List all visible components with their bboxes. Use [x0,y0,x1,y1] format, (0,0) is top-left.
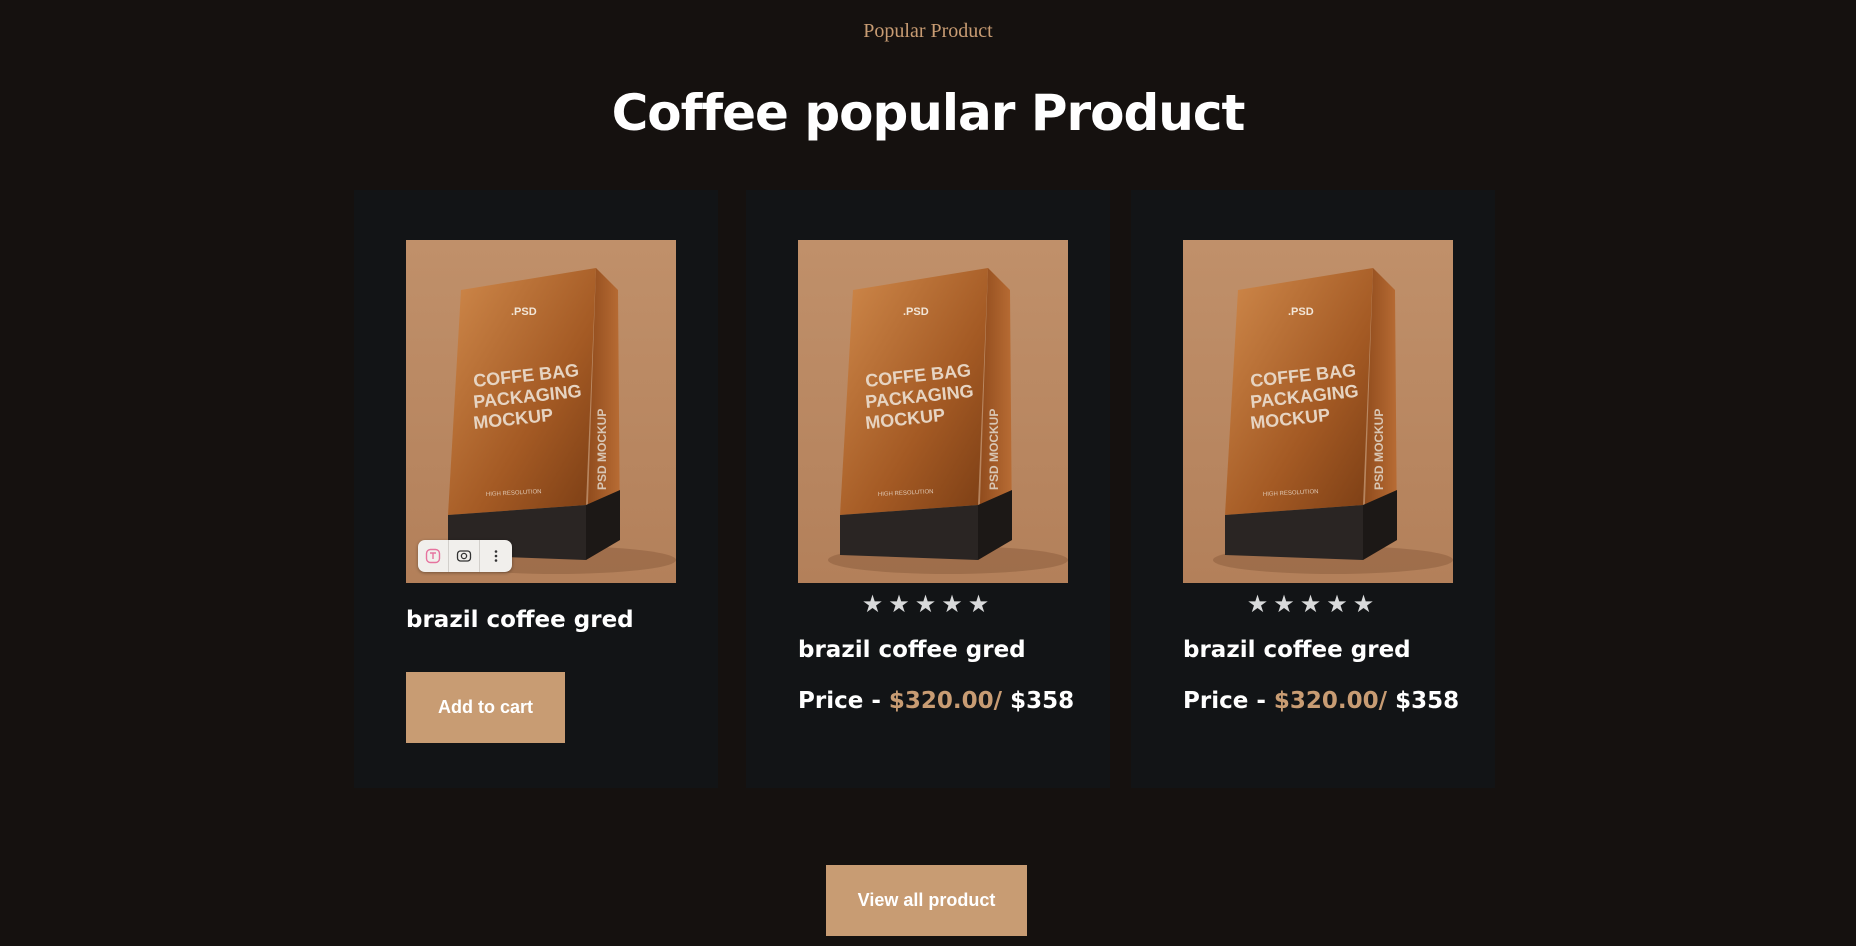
image-overlay-toolbar [418,540,512,572]
lens-search-icon [456,550,472,562]
product-price: Price - $320.00/ $358 [1183,688,1459,714]
text-recognition-button[interactable] [418,540,449,572]
coffee-bag-illustration: .PSD COFFE BAG PACKAGING MOCKUP PSD MOCK… [798,240,1068,583]
svg-text:.PSD: .PSD [511,306,537,318]
regular-price: $358 [1002,688,1075,714]
lens-search-button[interactable] [449,540,480,572]
product-card-2: .PSD COFFE BAG PACKAGING MOCKUP PSD MOCK… [746,190,1110,788]
star-rating: ★★★★★ [861,591,995,618]
add-to-cart-button[interactable]: Add to cart [406,672,565,743]
price-prefix: Price - [798,688,889,714]
product-price: Price - $320.00/ $358 [798,688,1074,714]
more-options-icon [494,550,497,562]
product-image[interactable]: .PSD COFFE BAG PACKAGING MOCKUP PSD MOCK… [1183,240,1453,583]
svg-text:PSD MOCKUP: PSD MOCKUP [1372,409,1386,490]
text-recognition-icon [425,548,441,564]
product-title: brazil coffee gred [406,607,634,633]
regular-price: $358 [1387,688,1460,714]
svg-text:PSD MOCKUP: PSD MOCKUP [595,409,609,490]
coffee-bag-illustration: .PSD COFFE BAG PACKAGING MOCKUP PSD MOCK… [1183,240,1453,583]
section-title: Coffee popular Product [611,84,1246,142]
sale-price: $320.00/ [888,688,1003,714]
star-rating: ★★★★★ [1246,591,1380,618]
coffee-bag-illustration: .PSD COFFE BAG PACKAGING MOCKUP PSD MOCK… [406,240,676,583]
svg-text:.PSD: .PSD [1288,306,1314,318]
more-options-button[interactable] [480,540,511,572]
product-card-1: .PSD COFFE BAG PACKAGING MOCKUP PSD MOCK… [354,190,718,788]
section-eyebrow: Popular Product [863,20,993,42]
product-image[interactable]: .PSD COFFE BAG PACKAGING MOCKUP PSD MOCK… [798,240,1068,583]
product-title: brazil coffee gred [1183,637,1411,663]
sale-price: $320.00/ [1273,688,1388,714]
product-card-3: .PSD COFFE BAG PACKAGING MOCKUP PSD MOCK… [1131,190,1495,788]
view-all-products-button[interactable]: View all product [826,865,1027,936]
price-prefix: Price - [1183,688,1274,714]
svg-text:.PSD: .PSD [903,306,929,318]
product-image[interactable]: .PSD COFFE BAG PACKAGING MOCKUP PSD MOCK… [406,240,676,583]
svg-text:PSD MOCKUP: PSD MOCKUP [987,409,1001,490]
product-title: brazil coffee gred [798,637,1026,663]
